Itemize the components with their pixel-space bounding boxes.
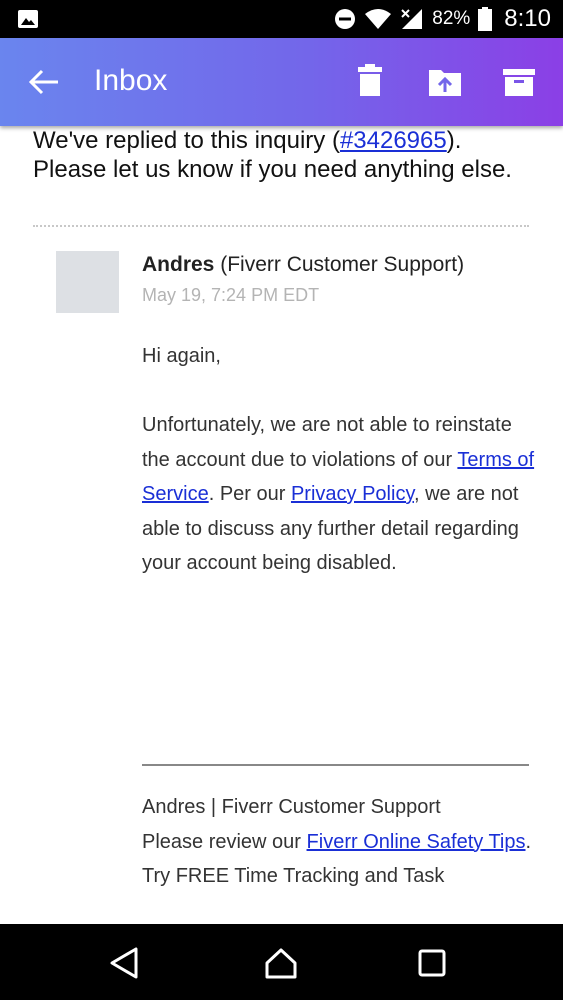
signature-line: Andres | Fiverr Customer Support bbox=[142, 796, 441, 818]
message-body: Hi again, Unfortunately, we are not able… bbox=[142, 339, 537, 615]
wifi-icon bbox=[365, 9, 392, 29]
sender-name: Andres bbox=[142, 253, 215, 276]
app-bar: Inbox bbox=[0, 38, 563, 126]
battery-icon bbox=[478, 7, 493, 31]
sender-org: (Fiverr Customer Support) bbox=[220, 253, 465, 276]
archive-icon[interactable] bbox=[501, 64, 537, 98]
trash-icon[interactable] bbox=[352, 64, 388, 98]
avatar bbox=[56, 251, 119, 313]
page-title: Inbox bbox=[94, 64, 168, 97]
message-date: May 19, 7:24 PM EDT bbox=[142, 285, 320, 305]
signal-icon bbox=[401, 9, 423, 29]
nav-back-icon[interactable] bbox=[108, 946, 142, 980]
system-nav-bar bbox=[0, 924, 563, 1000]
status-bar: 82% 8:10 bbox=[0, 0, 563, 38]
email-content[interactable]: We've replied to this inquiry (#3426965)… bbox=[0, 126, 563, 924]
signature-promo: Try FREE Time Tracking and Task bbox=[142, 865, 445, 887]
ticket-link[interactable]: #3426965 bbox=[340, 127, 447, 154]
gallery-icon bbox=[18, 10, 38, 28]
body-paragraph: Unfortunately, we are not able to reinst… bbox=[142, 414, 535, 574]
back-arrow-icon[interactable] bbox=[28, 68, 60, 96]
clock: 8:10 bbox=[504, 5, 551, 32]
nav-recents-icon[interactable] bbox=[415, 946, 449, 980]
safety-tips-line: Please review our Fiverr Online Safety T… bbox=[142, 830, 532, 853]
greeting: Hi again, bbox=[142, 345, 221, 367]
divider bbox=[33, 225, 529, 227]
reply-notice: We've replied to this inquiry (#3426965)… bbox=[33, 127, 512, 183]
signature: Andres | Fiverr Customer Support Please … bbox=[142, 790, 537, 894]
nav-home-icon[interactable] bbox=[264, 946, 298, 980]
battery-percent: 82% bbox=[432, 8, 471, 29]
dnd-icon bbox=[335, 9, 356, 29]
safety-tips-link[interactable]: Fiverr Online Safety Tips bbox=[307, 831, 526, 853]
privacy-policy-link[interactable]: Privacy Policy bbox=[291, 483, 414, 505]
move-to-folder-icon[interactable] bbox=[427, 64, 463, 98]
sender-line: Andres (Fiverr Customer Support) bbox=[142, 251, 464, 279]
signature-divider bbox=[142, 764, 529, 766]
